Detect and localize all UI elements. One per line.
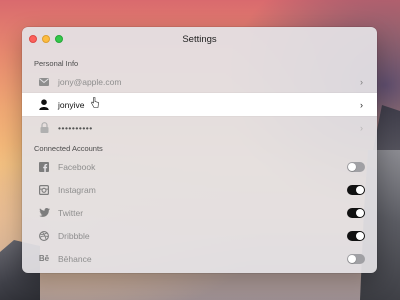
twitter-row: Twitter (22, 201, 377, 224)
twitter-toggle[interactable] (347, 207, 365, 218)
email-label: jony@apple.com (58, 76, 122, 87)
behance-row: Bē Bēhance (22, 247, 377, 270)
instagram-row: Instagram (22, 178, 377, 201)
title-bar: Settings (22, 27, 377, 53)
chevron-right-icon: › (360, 122, 363, 133)
instagram-toggle[interactable] (347, 184, 365, 195)
username-row[interactable]: jonyive › (22, 93, 377, 116)
username-label: jonyive (58, 99, 85, 110)
envelope-icon (38, 76, 50, 88)
user-icon (38, 99, 50, 111)
dribbble-label: Dribbble (58, 230, 90, 241)
twitter-label: Twitter (58, 207, 84, 218)
facebook-icon (38, 161, 50, 173)
email-row[interactable]: jony@apple.com › (22, 70, 377, 93)
instagram-icon (38, 184, 50, 196)
personal-info-header: Personal Info (34, 59, 79, 68)
facebook-label: Facebook (58, 161, 96, 172)
behance-label: Bēhance (58, 253, 92, 264)
dribbble-toggle[interactable] (347, 230, 365, 241)
behance-icon: Bē (38, 254, 50, 263)
facebook-toggle[interactable] (347, 161, 365, 172)
chevron-right-icon: › (360, 76, 363, 87)
twitter-icon (38, 207, 50, 219)
instagram-label: Instagram (58, 184, 96, 195)
password-label: •••••••••• (58, 122, 93, 133)
connected-accounts-header: Connected Accounts (34, 144, 103, 153)
chevron-right-icon: › (360, 99, 363, 110)
window-title: Settings (182, 34, 217, 45)
lock-icon (38, 122, 50, 134)
hand-cursor-icon (91, 97, 99, 108)
settings-window: Settings Personal Info jony@apple.com › … (22, 27, 377, 273)
password-row[interactable]: •••••••••• › (22, 116, 377, 139)
dribbble-icon (38, 230, 50, 242)
facebook-row: Facebook (22, 155, 377, 178)
dribbble-row: Dribbble (22, 224, 377, 247)
behance-toggle[interactable] (347, 253, 365, 264)
